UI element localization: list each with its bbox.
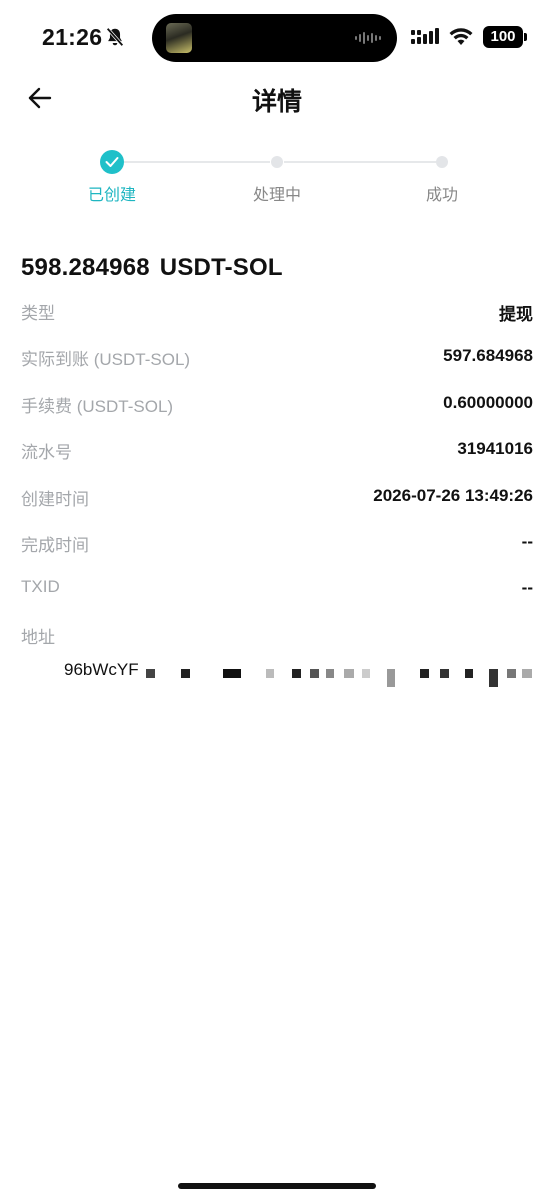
step-pending-dot	[436, 156, 448, 168]
address-value[interactable]: 96bWcYF	[64, 660, 139, 680]
status-time: 21:26	[42, 24, 103, 50]
page-title: 详情	[251, 88, 302, 116]
detail-row-received: 实际到账 (USDT-SOL) 597.684968	[21, 345, 533, 375]
detail-label: 类型	[21, 304, 55, 323]
detail-label: TXID	[21, 577, 60, 596]
step-done-node	[100, 150, 124, 174]
step-connector	[124, 161, 270, 163]
page-header: 详情	[0, 70, 554, 126]
detail-row-type: 类型 提现	[21, 299, 533, 329]
detail-value: 提现	[499, 305, 533, 324]
status-bar: 21:26 100	[0, 0, 554, 70]
detail-label: 实际到账 (USDT-SOL)	[21, 350, 191, 369]
detail-row-fee: 手续费 (USDT-SOL) 0.60000000	[21, 392, 533, 422]
detail-value: 597.684968	[443, 346, 533, 365]
detail-label: 地址	[21, 628, 55, 647]
wifi-icon	[449, 28, 473, 45]
detail-value: --	[521, 532, 533, 551]
dynamic-island[interactable]	[152, 14, 397, 62]
bell-muted-icon	[106, 27, 124, 47]
detail-row-serial: 流水号 31941016	[21, 438, 533, 468]
step-label-created: 已创建	[87, 187, 136, 204]
detail-label: 创建时间	[21, 490, 89, 509]
amount-value: 598.284968	[21, 254, 150, 281]
home-indicator[interactable]	[178, 1183, 376, 1189]
check-icon	[105, 157, 119, 167]
step-label-processing: 处理中	[252, 187, 301, 204]
detail-row-address: 地址	[21, 623, 533, 653]
detail-label: 完成时间	[21, 536, 89, 555]
detail-row-completed-time: 完成时间 --	[21, 531, 533, 561]
withdraw-amount: 598.284968 USDT-SOL	[21, 254, 283, 282]
step-pending-dot	[271, 156, 283, 168]
step-connector	[284, 161, 436, 163]
cellular-signal-icon	[411, 28, 439, 44]
battery-tip	[524, 33, 527, 41]
now-playing-thumbnail[interactable]	[166, 23, 192, 53]
detail-value: --	[521, 578, 533, 597]
detail-label: 流水号	[21, 443, 72, 462]
detail-label: 手续费 (USDT-SOL)	[21, 397, 174, 416]
amount-currency: USDT-SOL	[159, 254, 283, 281]
battery-level: 100	[483, 26, 523, 48]
detail-value: 0.60000000	[443, 393, 533, 412]
audio-waveform-icon	[355, 32, 381, 44]
step-label-success: 成功	[425, 187, 458, 204]
detail-value: 2026-07-26 13:49:26	[373, 486, 533, 505]
detail-row-created-time: 创建时间 2026-07-26 13:49:26	[21, 485, 533, 515]
detail-row-txid: TXID --	[21, 577, 533, 607]
detail-value: 31941016	[457, 439, 533, 458]
